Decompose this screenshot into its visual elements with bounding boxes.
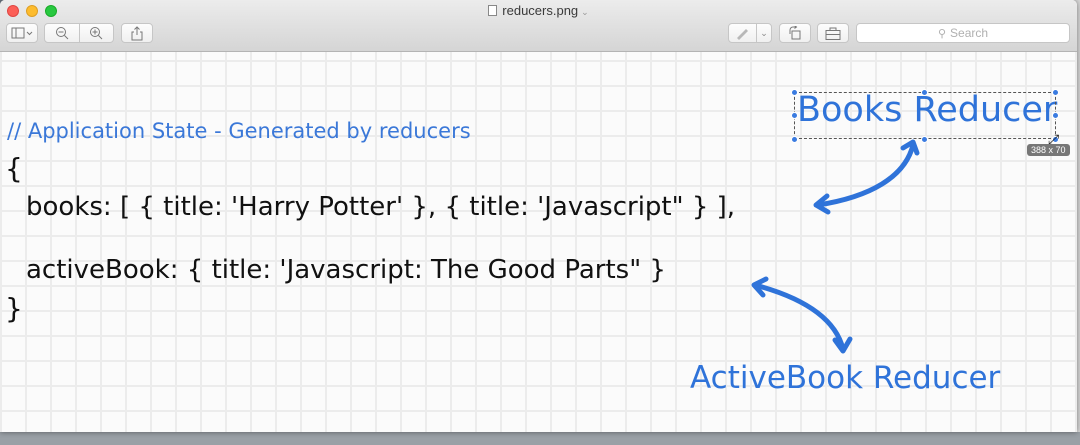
zoom-in-button[interactable] [80,24,114,42]
selection-handle-middle-right[interactable] [1052,112,1059,119]
search-icon: ⚲ [937,27,947,40]
pen-icon [736,29,748,40]
activebook-arrow [752,282,846,352]
toolbox-button[interactable] [817,23,849,43]
pen-button[interactable] [729,24,756,42]
selection-handle-bottom-center[interactable] [921,136,928,143]
sidebar-icon [11,27,33,39]
selection-size-badge: 388 x 70 [1027,144,1070,156]
zoom-out-button[interactable] [45,24,79,42]
title-bar: reducers.png ⌄ ⌄ ⚲ Search [0,0,1077,52]
search-placeholder: Search [950,26,989,40]
rotate-button[interactable] [779,23,811,43]
selection-handle-top-left[interactable] [791,89,798,96]
sidebar-toggle-button[interactable] [6,23,38,43]
selection-rectangle[interactable] [794,92,1056,139]
selection-handle-top-center[interactable] [921,89,928,96]
window-title[interactable]: reducers.png ⌄ [0,3,1077,18]
rotate-icon [789,26,801,40]
toolbox-icon [825,27,841,40]
selection-handle-bottom-left[interactable] [791,136,798,143]
selection-handle-top-right[interactable] [1052,89,1059,96]
zoom-out-icon [55,27,69,40]
image-canvas[interactable]: // Application State - Generated by redu… [0,52,1077,432]
selection-handle-middle-left[interactable] [791,112,798,119]
pen-menu-button[interactable]: ⌄ [757,24,771,42]
share-icon [131,25,143,40]
chevron-down-icon: ⌄ [581,7,589,17]
window-title-text: reducers.png [502,3,579,18]
zoom-controls [44,23,114,43]
chevron-down-icon: ⌄ [760,27,768,38]
markup-pen-control: ⌄ [728,23,772,43]
books-arrow [815,142,916,208]
search-input[interactable]: ⚲ Search [856,23,1070,43]
share-button[interactable] [121,23,153,43]
background-window-bottom [0,432,1080,445]
zoom-in-icon [90,27,103,40]
document-icon [488,5,498,16]
preview-window: reducers.png ⌄ ⌄ ⚲ Search // Application… [0,0,1077,432]
